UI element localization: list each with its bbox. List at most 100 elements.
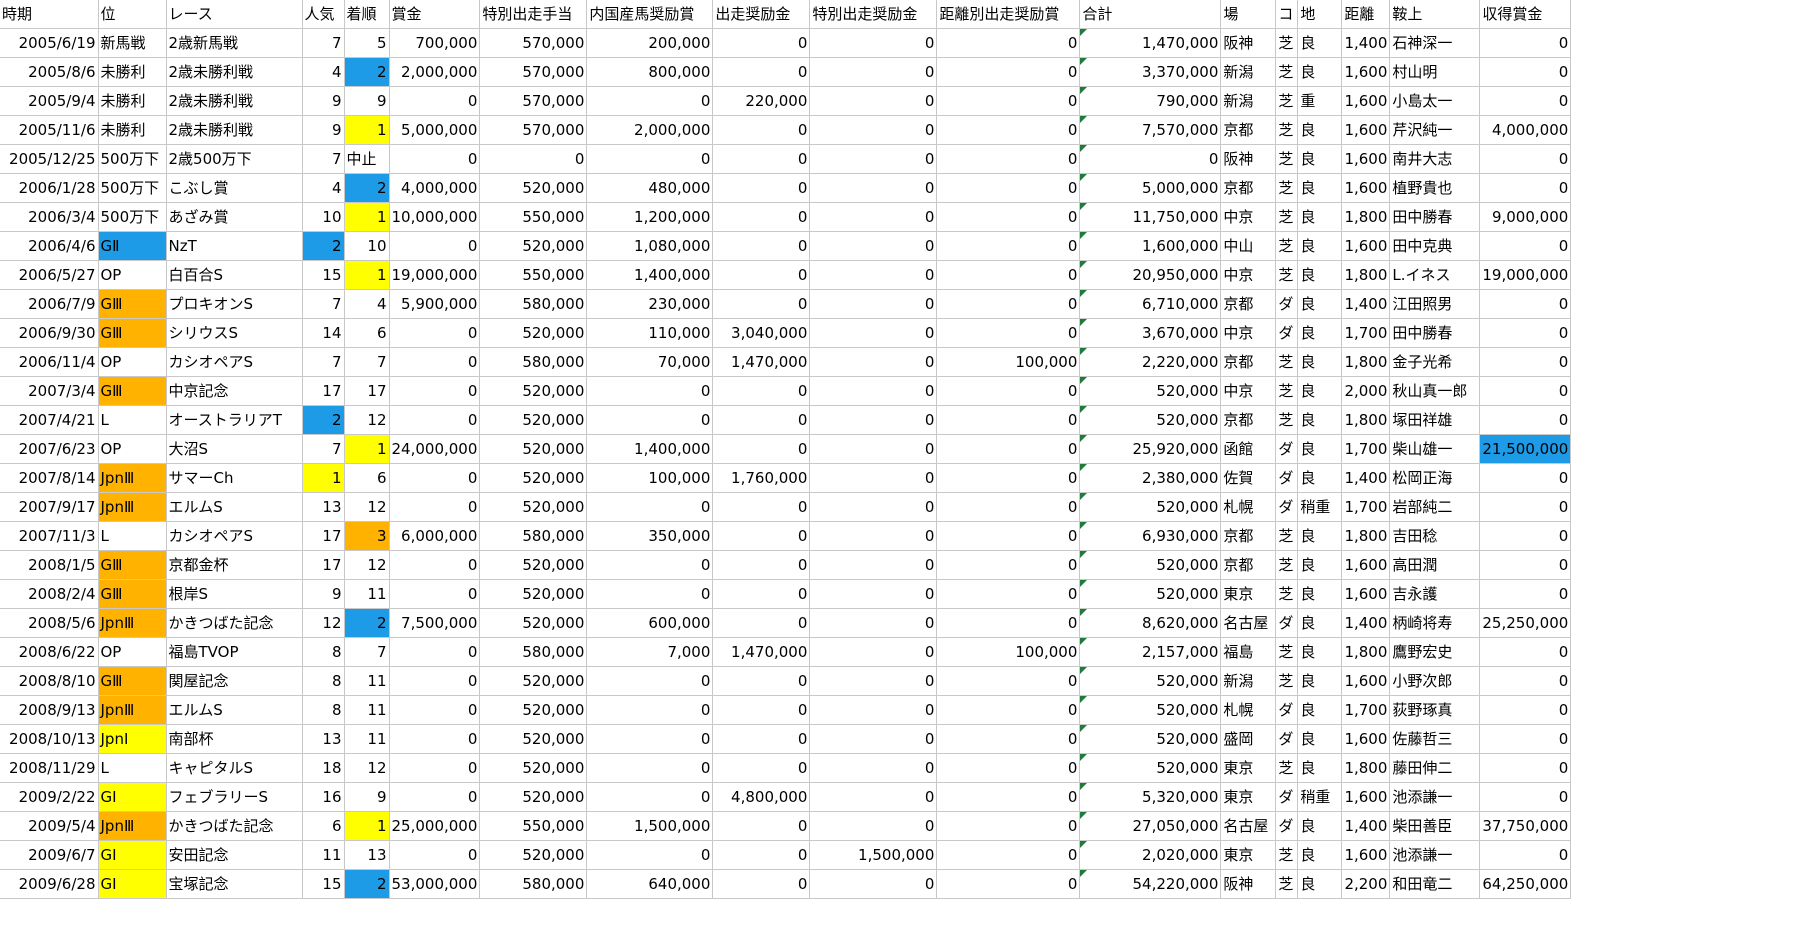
table-cell[interactable]: 1,600: [1341, 579, 1391, 609]
table-cell[interactable]: 0: [809, 579, 938, 609]
table-cell[interactable]: 520,000: [1079, 666, 1222, 696]
table-cell[interactable]: 0: [809, 202, 938, 232]
table-cell[interactable]: 0: [809, 666, 938, 696]
table-cell[interactable]: 0: [712, 666, 811, 696]
table-cell[interactable]: 1,470,000: [1079, 28, 1222, 58]
table-cell[interactable]: 2009/5/4: [0, 811, 99, 841]
table-cell[interactable]: プロキオンS: [166, 289, 303, 319]
table-cell[interactable]: 小島太一: [1389, 86, 1481, 116]
table-cell[interactable]: 0: [712, 28, 811, 58]
table-cell[interactable]: 0: [712, 434, 811, 464]
table-cell[interactable]: 0: [712, 521, 811, 551]
table-cell[interactable]: 阪神: [1220, 144, 1277, 174]
table-cell[interactable]: 0: [586, 550, 714, 580]
table-cell[interactable]: 0: [389, 405, 481, 435]
table-cell[interactable]: 良: [1297, 202, 1343, 232]
table-cell[interactable]: 1,400: [1341, 28, 1391, 58]
table-cell[interactable]: 東京: [1220, 840, 1277, 870]
table-cell[interactable]: オーストラリアT: [166, 405, 303, 435]
table-cell[interactable]: 13: [344, 840, 390, 870]
table-cell[interactable]: 0: [809, 811, 938, 841]
table-cell[interactable]: 0: [1479, 521, 1572, 551]
table-cell[interactable]: 京都: [1220, 115, 1277, 145]
table-cell[interactable]: 520,000: [1079, 492, 1222, 522]
table-cell[interactable]: GⅢ: [98, 579, 167, 609]
table-cell[interactable]: 0: [936, 782, 1081, 812]
table-cell[interactable]: 0: [936, 318, 1081, 348]
table-cell[interactable]: 1,700: [1341, 318, 1391, 348]
table-cell[interactable]: 11: [344, 579, 390, 609]
table-cell[interactable]: 2005/9/4: [0, 86, 99, 116]
table-cell[interactable]: 2008/8/10: [0, 666, 99, 696]
table-cell[interactable]: 0: [936, 608, 1081, 638]
table-cell[interactable]: 11,750,000: [1079, 202, 1222, 232]
table-cell[interactable]: 荻野琢真: [1389, 695, 1481, 725]
table-cell[interactable]: 名古屋: [1220, 608, 1277, 638]
table-cell[interactable]: 良: [1297, 318, 1343, 348]
table-cell[interactable]: 1,600,000: [1079, 231, 1222, 261]
table-cell[interactable]: 0: [809, 521, 938, 551]
table-cell[interactable]: 0: [936, 231, 1081, 261]
table-cell[interactable]: 2006/3/4: [0, 202, 99, 232]
table-cell[interactable]: 新潟: [1220, 57, 1277, 87]
table-cell[interactable]: 6,000,000: [389, 521, 481, 551]
table-cell[interactable]: 1,800: [1341, 753, 1391, 783]
table-cell[interactable]: 3,670,000: [1079, 318, 1222, 348]
table-cell[interactable]: 1: [344, 811, 390, 841]
table-cell[interactable]: 230,000: [586, 289, 714, 319]
table-cell[interactable]: 2: [344, 173, 390, 203]
table-cell[interactable]: 9: [302, 86, 345, 116]
table-cell[interactable]: 520,000: [479, 608, 588, 638]
table-cell[interactable]: 0: [389, 86, 481, 116]
table-cell[interactable]: 1: [344, 202, 390, 232]
table-cell[interactable]: 良: [1297, 144, 1343, 174]
column-header[interactable]: 合計: [1079, 0, 1222, 29]
column-header[interactable]: 特別出走奨励金: [809, 0, 938, 29]
table-cell[interactable]: 11: [344, 724, 390, 754]
column-header[interactable]: レース: [166, 0, 303, 29]
table-cell[interactable]: 2006/5/27: [0, 260, 99, 290]
table-cell[interactable]: 藤田伸二: [1389, 753, 1481, 783]
table-cell[interactable]: GⅠ: [98, 782, 167, 812]
table-cell[interactable]: 芝: [1275, 173, 1299, 203]
table-cell[interactable]: ダ: [1275, 463, 1299, 493]
table-cell[interactable]: 520,000: [479, 231, 588, 261]
table-cell[interactable]: 0: [1479, 405, 1572, 435]
table-cell[interactable]: 良: [1297, 608, 1343, 638]
table-cell[interactable]: 田中勝春: [1389, 202, 1481, 232]
table-cell[interactable]: 芝: [1275, 840, 1299, 870]
table-cell[interactable]: 未勝利: [98, 86, 167, 116]
table-cell[interactable]: 宝塚記念: [166, 869, 303, 899]
table-cell[interactable]: 柴山雄一: [1389, 434, 1481, 464]
table-cell[interactable]: 良: [1297, 347, 1343, 377]
table-cell[interactable]: 0: [712, 811, 811, 841]
table-cell[interactable]: 12: [344, 753, 390, 783]
table-cell[interactable]: 良: [1297, 666, 1343, 696]
table-cell[interactable]: 520,000: [1079, 550, 1222, 580]
table-cell[interactable]: 4,800,000: [712, 782, 811, 812]
table-cell[interactable]: 10,000,000: [389, 202, 481, 232]
table-cell[interactable]: 500万下: [98, 173, 167, 203]
table-cell[interactable]: 6: [344, 463, 390, 493]
table-cell[interactable]: 3,040,000: [712, 318, 811, 348]
table-cell[interactable]: 良: [1297, 579, 1343, 609]
table-cell[interactable]: 5,000,000: [1079, 173, 1222, 203]
table-cell[interactable]: 54,220,000: [1079, 869, 1222, 899]
table-cell[interactable]: 800,000: [586, 57, 714, 87]
table-cell[interactable]: 12: [344, 550, 390, 580]
table-cell[interactable]: 25,000,000: [389, 811, 481, 841]
table-cell[interactable]: 江田照男: [1389, 289, 1481, 319]
table-cell[interactable]: 9: [302, 115, 345, 145]
table-cell[interactable]: 7: [302, 144, 345, 174]
table-cell[interactable]: 520,000: [479, 724, 588, 754]
table-cell[interactable]: 520,000: [479, 405, 588, 435]
table-cell[interactable]: 芝: [1275, 347, 1299, 377]
table-cell[interactable]: 0: [712, 579, 811, 609]
table-cell[interactable]: 5,320,000: [1079, 782, 1222, 812]
table-cell[interactable]: 1,800: [1341, 202, 1391, 232]
table-cell[interactable]: 1,600: [1341, 57, 1391, 87]
table-cell[interactable]: 7: [302, 289, 345, 319]
table-cell[interactable]: 12: [302, 608, 345, 638]
table-cell[interactable]: 根岸S: [166, 579, 303, 609]
table-cell[interactable]: 2: [344, 57, 390, 87]
